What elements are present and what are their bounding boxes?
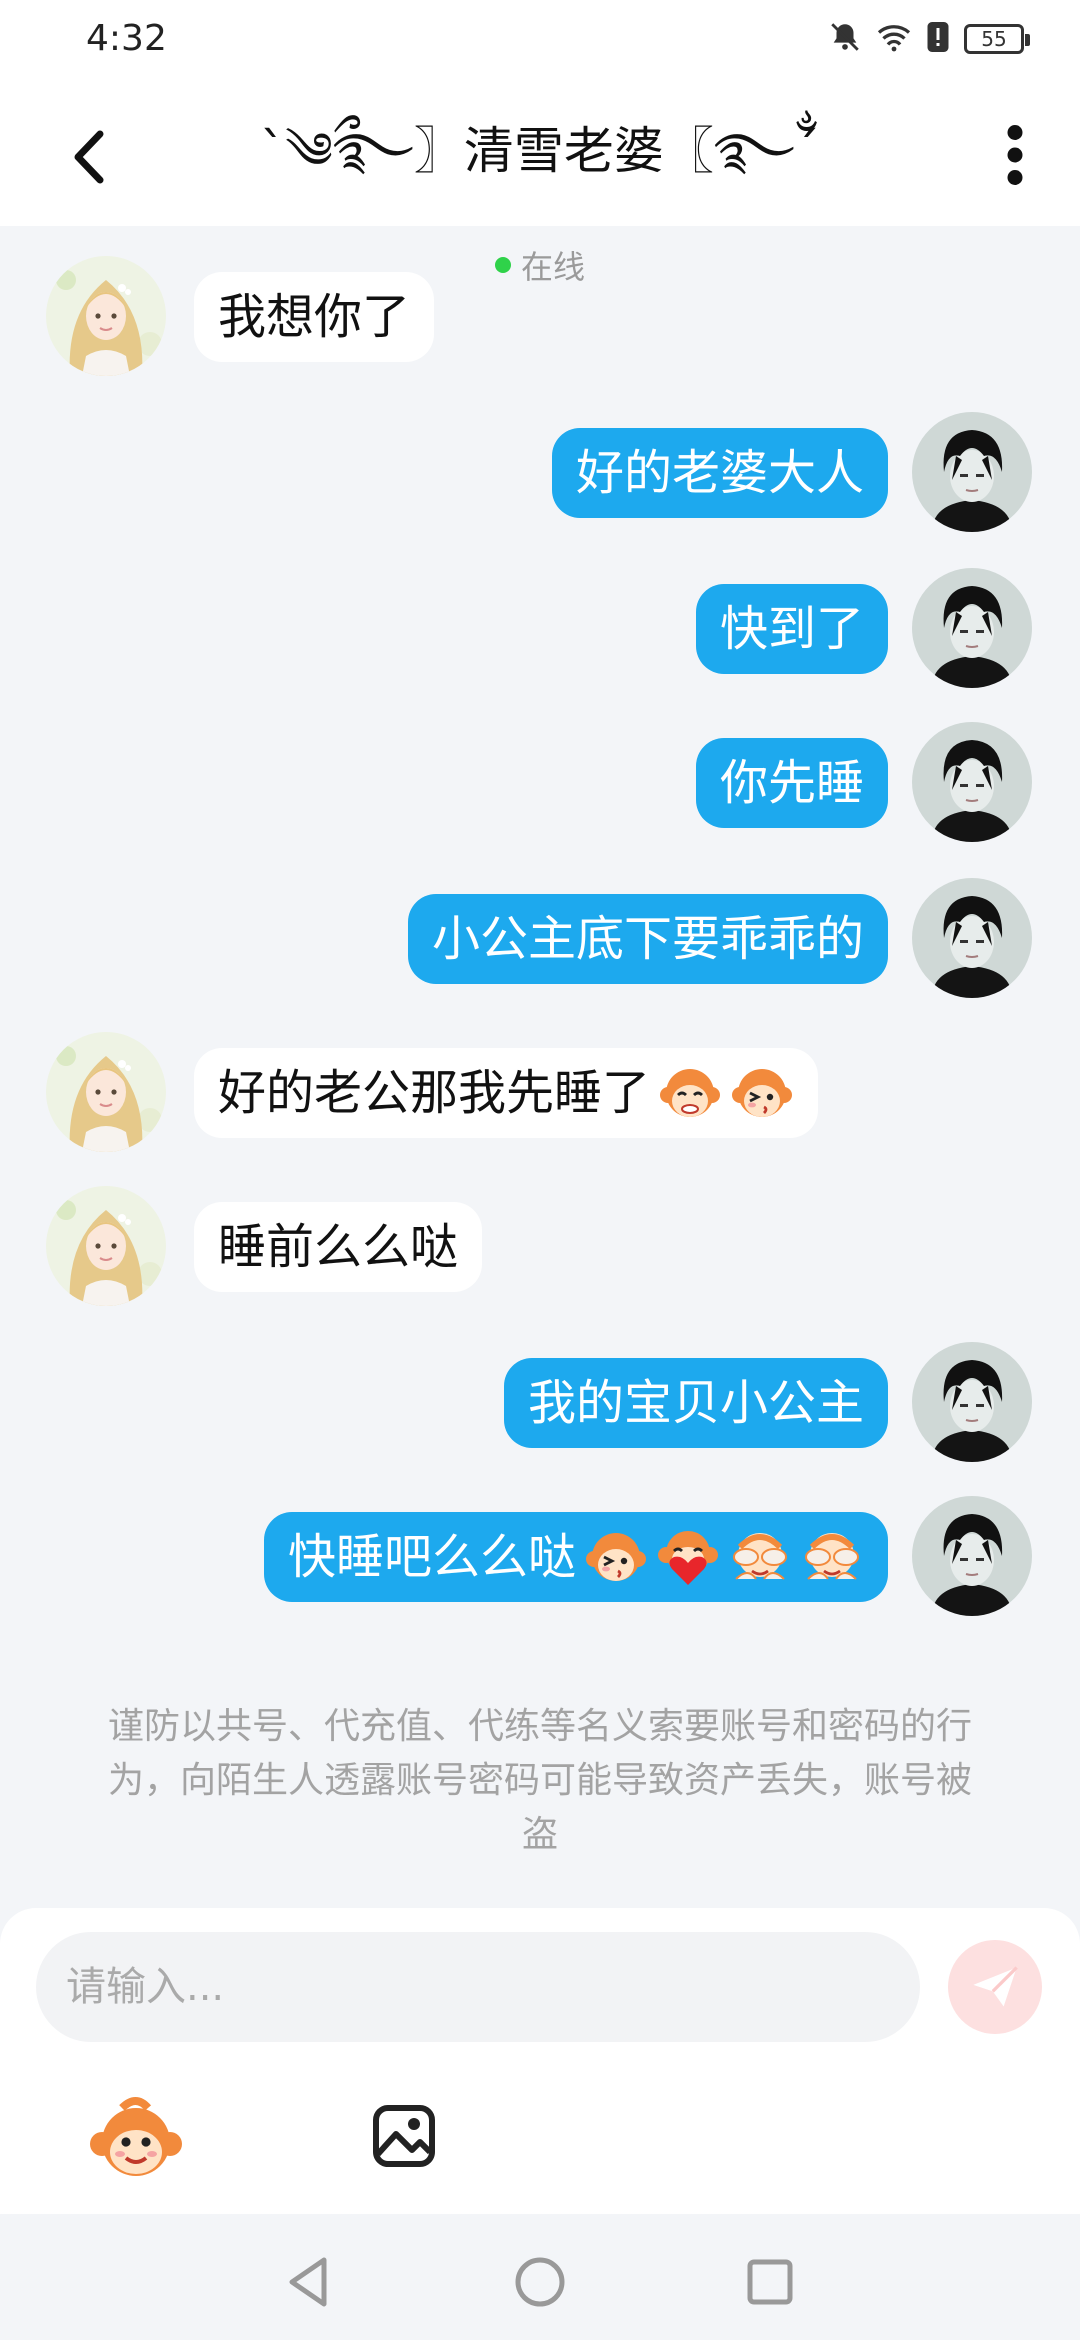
nav-back-button[interactable] [280, 2252, 340, 2312]
composer [0, 1908, 1080, 2214]
incoming-message-bubble[interactable]: 好的老公那我先睡了 [194, 1048, 819, 1138]
message-input[interactable] [36, 1932, 920, 2042]
contact-avatar[interactable] [46, 1186, 166, 1306]
sim-alert-icon [926, 20, 950, 58]
more-vertical-icon [1007, 125, 1023, 185]
message-text: 快到了 [719, 601, 864, 657]
circle-home-icon [515, 2257, 565, 2307]
message-text: 快睡吧么么哒 [287, 1529, 576, 1585]
outgoing-message-bubble[interactable]: 快睡吧么么哒 [263, 1512, 888, 1602]
monkey-kiss-emoji [730, 1063, 794, 1123]
self-avatar[interactable] [912, 412, 1032, 532]
triangle-back-icon [289, 2257, 327, 2307]
presence-label: 在线 [520, 248, 585, 286]
message-text: 睡前么么哒 [218, 1219, 459, 1275]
monkey-emoji-icon [90, 2097, 182, 2176]
emoji-button[interactable] [88, 2092, 184, 2188]
system-nav-bar [0, 2214, 1080, 2340]
image-button[interactable] [368, 2092, 440, 2188]
self-avatar[interactable] [912, 878, 1032, 998]
outgoing-message-bubble[interactable]: 快到了 [695, 584, 888, 674]
contact-avatar[interactable] [46, 1032, 166, 1152]
online-dot [494, 257, 511, 273]
outgoing-message-bubble[interactable]: 小公主底下要乖乖的 [407, 894, 888, 984]
nav-home-button[interactable] [510, 2252, 570, 2312]
send-button[interactable] [948, 1940, 1042, 2034]
monkey-kiss-emoji [584, 1527, 648, 1587]
send-icon [973, 1966, 1018, 2007]
message-text: 我想你了 [218, 289, 411, 345]
chat-header: ˋ༄ྀ࿐〗清雪老婆〖࿐ྂˊ 在线 [0, 84, 1080, 286]
incoming-message-bubble[interactable]: 睡前么么哒 [194, 1202, 483, 1292]
monkey-cover-face-emoji [728, 1527, 792, 1587]
self-avatar[interactable] [912, 722, 1032, 842]
incoming-message-bubble[interactable]: 我想你了 [194, 272, 435, 362]
more-button[interactable] [990, 120, 1040, 190]
safety-notice: 谨防以共号、代充值、代练等名义索要账号和密码的行为，向陌生人透露账号密码可能导致… [107, 1706, 972, 1855]
outgoing-message-bubble[interactable]: 我的宝贝小公主 [503, 1358, 888, 1448]
title-area: ˋ༄ྀ࿐〗清雪老婆〖࿐ྂˊ 在线 [0, 96, 1080, 288]
message-text: 小公主底下要乖乖的 [431, 911, 864, 967]
nav-recents-button[interactable] [740, 2252, 800, 2312]
monkey-cover-face-emoji [800, 1527, 864, 1587]
self-avatar[interactable] [912, 568, 1032, 688]
contact-avatar[interactable] [46, 256, 166, 376]
outgoing-message-bubble[interactable]: 好的老婆大人 [551, 428, 888, 518]
wifi-icon [876, 22, 912, 56]
outgoing-message-bubble[interactable]: 你先睡 [695, 738, 888, 828]
presence-status: 在线 [0, 242, 1080, 288]
self-avatar[interactable] [912, 1496, 1032, 1616]
square-recents-icon [747, 2259, 793, 2305]
status-time: 4:32 [86, 18, 167, 59]
monkey-heart-emoji [656, 1527, 720, 1587]
message-text: 好的老婆大人 [575, 445, 864, 501]
mute-bell-icon [828, 20, 862, 58]
battery-icon: 55 [964, 24, 1030, 54]
chat-title: ˋ༄ྀ࿐〗清雪老婆〖࿐ྂˊ [260, 122, 820, 180]
message-text: 你先睡 [719, 755, 864, 811]
status-bar: 4:32 55 [0, 0, 1080, 84]
message-text: 好的老公那我先睡了 [218, 1065, 651, 1121]
image-icon [373, 2105, 435, 2167]
self-avatar[interactable] [912, 1342, 1032, 1462]
message-text: 我的宝贝小公主 [527, 1375, 864, 1431]
monkey-shy-emoji [658, 1063, 722, 1123]
status-icons: 55 [828, 20, 1030, 58]
